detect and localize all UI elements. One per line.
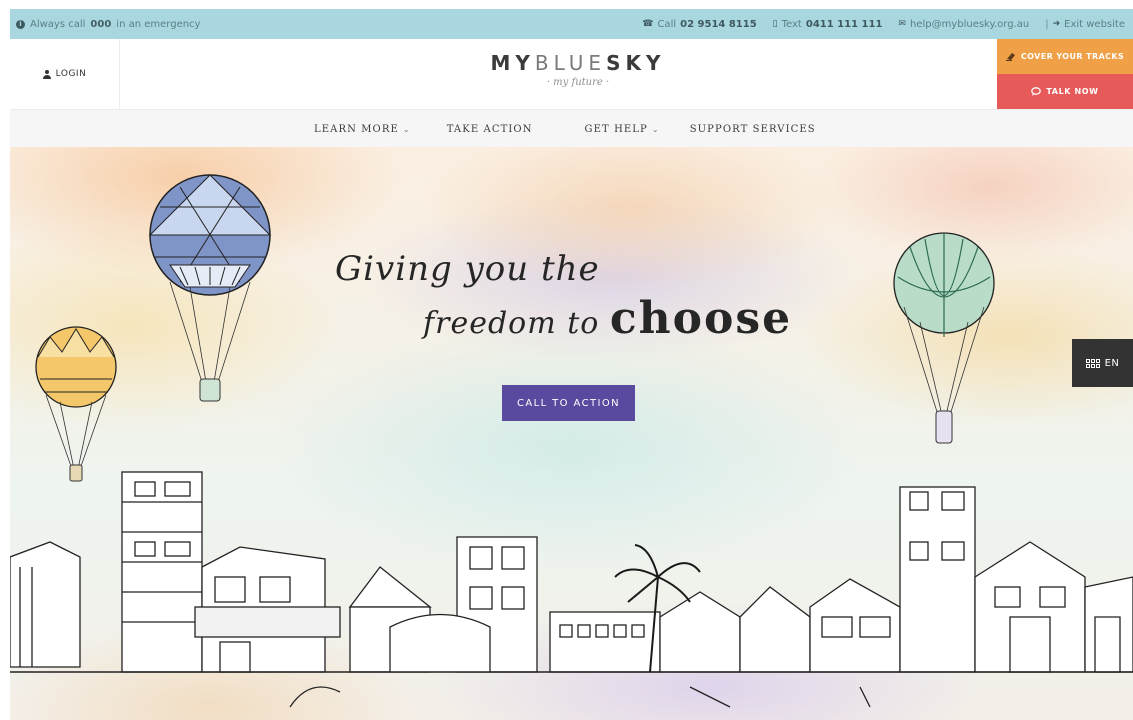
balloon-green-striped: [893, 232, 995, 444]
sign-out-icon: ➜: [1052, 19, 1061, 29]
balloon-large-geometric: [148, 174, 272, 402]
call-number: 02 9514 8115: [680, 18, 757, 30]
nav-item-take-action[interactable]: TAKE ACTION: [447, 124, 533, 135]
utility-bar: i Always call 000 in an emergency ☎ Call…: [10, 9, 1133, 39]
translate-grid-icon: [1085, 358, 1100, 368]
phone-icon: ☎: [642, 19, 654, 29]
headline-line-1: Giving you the: [335, 249, 600, 289]
nav-label-support-services: SUPPORT SERVICES: [689, 123, 816, 135]
mobile-icon: ▯: [772, 19, 778, 29]
nav-label-get-help: GET HELP: [584, 123, 648, 135]
logo-sky: SKY: [606, 51, 666, 75]
hero-headline: Giving you the freedom to choose: [335, 249, 815, 344]
email-address: help@mybluesky.org.au: [909, 18, 1030, 30]
cityscape-sketch: [10, 471, 1133, 708]
chevron-down-icon: ⌄: [651, 124, 660, 134]
language-switcher[interactable]: EN: [1072, 339, 1133, 387]
nav-label-learn-more: LEARN MORE: [314, 123, 399, 135]
user-icon: [42, 69, 51, 79]
headline-line-2-prefix: freedom to: [423, 306, 600, 341]
text-link[interactable]: ▯ Text 0411 111 111: [773, 19, 883, 30]
emergency-prefix: Always call: [30, 18, 86, 30]
call-link[interactable]: ☎ Call 02 9514 8115: [642, 19, 756, 30]
call-prefix: Call: [657, 18, 677, 30]
nav-item-support-services[interactable]: SUPPORT SERVICES: [690, 124, 816, 135]
emergency-suffix: in an emergency: [116, 18, 201, 30]
talk-now-label: TALK NOW: [1046, 87, 1099, 96]
hero-illustration: [10, 174, 1133, 708]
info-circle-icon: i: [16, 19, 25, 29]
login-button[interactable]: LOGIN: [10, 39, 120, 109]
hero-banner: Giving you the freedom to choose CALL TO…: [10, 147, 1133, 720]
logo-wordmark: MYBLUESKY: [478, 51, 678, 75]
eraser-icon: [1005, 53, 1015, 61]
headline-emphasis: choose: [609, 293, 793, 344]
chat-bubble-icon: [1031, 87, 1042, 96]
nav-label-take-action: TAKE ACTION: [446, 123, 533, 135]
emergency-notice: i Always call 000 in an emergency: [16, 19, 200, 30]
site-logo[interactable]: MYBLUESKY · my future ·: [478, 51, 678, 88]
main-nav: LEARN MORE ⌄ TAKE ACTION GET HELP ⌄ SUPPOR…: [10, 109, 1133, 147]
call-to-action-button[interactable]: CALL TO ACTION: [502, 385, 635, 421]
nav-item-learn-more[interactable]: LEARN MORE ⌄: [314, 124, 411, 135]
nav-item-get-help[interactable]: GET HELP ⌄: [585, 124, 660, 135]
site-header: LOGIN MYBLUESKY · my future · COVER YOUR…: [10, 39, 1133, 109]
envelope-icon: ✉: [898, 19, 906, 29]
text-number: 0411 111 111: [805, 18, 883, 30]
login-label: LOGIN: [55, 69, 87, 79]
exit-website-link[interactable]: | ➜ Exit website: [1045, 19, 1125, 30]
logo-tagline: · my future ·: [546, 77, 610, 88]
logo-my: MY: [490, 51, 535, 75]
cover-tracks-label: COVER YOUR TRACKS: [1020, 52, 1125, 61]
cover-your-tracks-button[interactable]: COVER YOUR TRACKS: [997, 39, 1133, 74]
divider: |: [1045, 18, 1049, 30]
balloon-small-orange: [35, 326, 117, 482]
headline-line-2: freedom to choose: [423, 293, 792, 344]
language-label: EN: [1104, 357, 1120, 369]
talk-now-button[interactable]: TALK NOW: [997, 74, 1133, 109]
logo-blue: BLUE: [534, 51, 607, 75]
chevron-down-icon: ⌄: [402, 124, 411, 134]
exit-label: Exit website: [1064, 18, 1125, 30]
text-prefix: Text: [781, 18, 802, 30]
emergency-number: 000: [90, 18, 112, 30]
email-link[interactable]: ✉ help@mybluesky.org.au: [898, 19, 1029, 30]
